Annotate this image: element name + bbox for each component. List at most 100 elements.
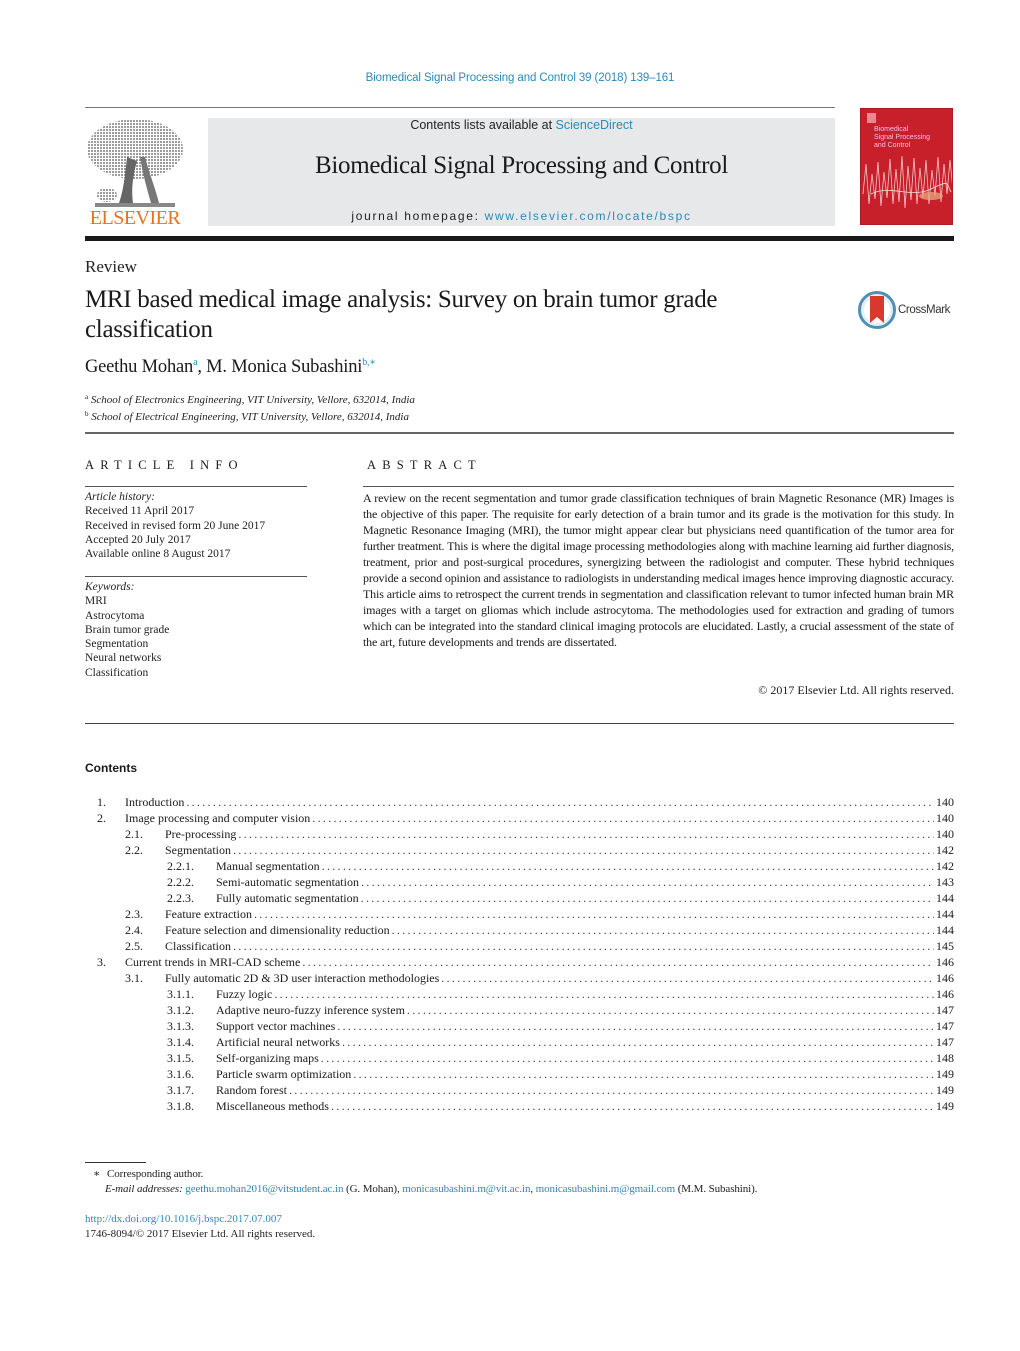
toc-dot-leader: ........................................… xyxy=(353,1067,934,1081)
toc-dot-leader: ........................................… xyxy=(341,1035,934,1049)
toc-entry[interactable]: 3.1.3. Support vector machines...........… xyxy=(85,1018,954,1034)
toc-entry-page[interactable]: 146 xyxy=(936,986,954,1002)
toc-entry-title[interactable]: Miscellaneous methods xyxy=(216,1098,329,1114)
journal-cover-thumbnail[interactable]: Biomedical Signal Processing and Control xyxy=(860,108,953,225)
toc-entry-title[interactable]: Particle swarm optimization xyxy=(216,1066,352,1082)
toc-entry[interactable]: 2.2.3. Fully automatic segmentation......… xyxy=(85,890,954,906)
toc-entry[interactable]: 3.1.8. Miscellaneous methods.............… xyxy=(85,1098,954,1114)
toc-entry-title[interactable]: Feature extraction xyxy=(165,906,252,922)
toc-entry[interactable]: 3.1.1. Fuzzy logic.......................… xyxy=(85,986,954,1002)
toc-entry-title[interactable]: Pre-processing xyxy=(165,826,237,842)
toc-entry-title[interactable]: Random forest xyxy=(216,1082,287,1098)
keyword-item: Segmentation xyxy=(85,638,149,651)
toc-entry-page[interactable]: 143 xyxy=(936,874,954,890)
toc-entry-page[interactable]: 146 xyxy=(936,970,954,986)
toc-entry-title[interactable]: Segmentation xyxy=(165,842,231,858)
toc-entry[interactable]: 1. Introduction..........................… xyxy=(85,794,954,810)
author-name[interactable]: Geethu Mohan xyxy=(85,357,193,377)
toc-entry-title[interactable]: Introduction xyxy=(125,794,185,810)
toc-entry-title[interactable]: Fully automatic segmentation xyxy=(216,890,359,906)
toc-entry[interactable]: 2.2. Segmentation........................… xyxy=(85,842,954,858)
toc-entry[interactable]: 2.2.1. Manual segmentation...............… xyxy=(85,858,954,874)
toc-entry-number: 3.1.4. xyxy=(167,1035,194,1049)
toc-dot-leader: ........................................… xyxy=(312,811,934,825)
toc-entry-title[interactable]: Fuzzy logic xyxy=(216,986,273,1002)
corresponding-label: Corresponding author. xyxy=(107,1168,204,1180)
keywords: Keywords: MRI Astrocytoma Brain tumor gr… xyxy=(85,580,169,680)
crossmark-button[interactable]: CrossMark xyxy=(858,291,958,329)
toc-entry-page[interactable]: 146 xyxy=(936,954,954,970)
toc-dot-leader: ........................................… xyxy=(360,875,934,889)
email-link[interactable]: monicasubashini.m@gmail.com xyxy=(536,1183,676,1195)
toc-entry-page[interactable]: 144 xyxy=(936,922,954,938)
email-link[interactable]: geethu.mohan2016@vitstudent.ac.in xyxy=(185,1183,343,1195)
author-affiliation-mark[interactable]: b,∗ xyxy=(362,357,376,368)
toc-entry-number: 3.1.3. xyxy=(167,1019,194,1033)
toc-entry-title[interactable]: Feature selection and dimensionality red… xyxy=(165,922,390,938)
toc-entry-title[interactable]: Artificial neural networks xyxy=(216,1034,340,1050)
cover-logo-icon xyxy=(867,113,876,123)
toc-entry-number: 3.1.6. xyxy=(167,1067,194,1081)
toc-entry-page[interactable]: 148 xyxy=(936,1050,954,1066)
toc-entry-title[interactable]: Self-organizing maps xyxy=(216,1050,319,1066)
toc-entry-page[interactable]: 142 xyxy=(936,842,954,858)
affiliation-mark: a xyxy=(85,393,89,401)
toc-entry-title[interactable]: Adaptive neuro-fuzzy inference system xyxy=(216,1002,405,1018)
abstract-heading: ABSTRACT xyxy=(367,458,482,472)
toc-entry-page[interactable]: 142 xyxy=(936,858,954,874)
homepage-link[interactable]: www.elsevier.com/locate/bspc xyxy=(485,209,692,223)
toc-entry-page[interactable]: 144 xyxy=(936,890,954,906)
footnote: ∗ Corresponding author. E-mail addresses… xyxy=(93,1167,757,1197)
author-name[interactable]: M. Monica Subashini xyxy=(206,357,362,377)
journal-citation-link[interactable]: Biomedical Signal Processing and Control… xyxy=(0,72,1020,84)
toc-entry-title[interactable]: Fully automatic 2D & 3D user interaction… xyxy=(165,970,440,986)
toc-dot-leader: ........................................… xyxy=(391,923,934,937)
toc-entry-page[interactable]: 140 xyxy=(936,794,954,810)
issn-copyright: 1746-8094/© 2017 Elsevier Ltd. All right… xyxy=(85,1227,316,1240)
toc-entry-number: 2.2. xyxy=(125,843,143,857)
affiliation-text: School of Electrical Engineering, VIT Un… xyxy=(91,411,409,423)
toc-entry[interactable]: 2.5. Classification......................… xyxy=(85,938,954,954)
toc-entry[interactable]: 3.1.6. Particle swarm optimization.......… xyxy=(85,1066,954,1082)
toc-entry-title[interactable]: Image processing and computer vision xyxy=(125,810,311,826)
email-addresses: E-mail addresses: geethu.mohan2016@vitst… xyxy=(93,1182,757,1197)
toc-entry[interactable]: 2.1. Pre-processing......................… xyxy=(85,826,954,842)
toc-entry[interactable]: 2.3. Feature extraction..................… xyxy=(85,906,954,922)
toc-entry-page[interactable]: 144 xyxy=(936,906,954,922)
toc-entry-page[interactable]: 149 xyxy=(936,1082,954,1098)
toc-entry-page[interactable]: 149 xyxy=(936,1098,954,1114)
toc-entry-page[interactable]: 145 xyxy=(936,938,954,954)
toc-entry-title[interactable]: Semi-automatic segmentation xyxy=(216,874,359,890)
toc-entry[interactable]: 3. Current trends in MRI-CAD scheme......… xyxy=(85,954,954,970)
toc-entry[interactable]: 2.4. Feature selection and dimensionality… xyxy=(85,922,954,938)
toc-entry-title[interactable]: Classification xyxy=(165,938,231,954)
toc-entry-page[interactable]: 147 xyxy=(936,1034,954,1050)
toc-entry-page[interactable]: 140 xyxy=(936,826,954,842)
contents-availability: Contents lists available at ScienceDirec… xyxy=(208,118,835,132)
toc-entry-title[interactable]: Current trends in MRI-CAD scheme xyxy=(125,954,301,970)
history-item: Accepted 20 July 2017 xyxy=(85,533,191,546)
toc-entry[interactable]: 3.1.5. Self-organizing maps..............… xyxy=(85,1050,954,1066)
toc-entry[interactable]: 3.1.2. Adaptive neuro-fuzzy inference sys… xyxy=(85,1002,954,1018)
toc-entry[interactable]: 2.2.2. Semi-automatic segmentation.......… xyxy=(85,874,954,890)
toc-entry-page[interactable]: 147 xyxy=(936,1002,954,1018)
toc-entry-page[interactable]: 149 xyxy=(936,1066,954,1082)
toc-dot-leader: ........................................… xyxy=(441,971,934,985)
toc-entry-title[interactable]: Manual segmentation xyxy=(216,858,320,874)
sciencedirect-link[interactable]: ScienceDirect xyxy=(556,118,633,132)
toc-entry-title[interactable]: Support vector machines xyxy=(216,1018,336,1034)
abstract-rule xyxy=(363,486,954,487)
toc-entry[interactable]: 3.1. Fully automatic 2D & 3D user interac… xyxy=(85,970,954,986)
toc-entry[interactable]: 3.1.4. Artificial neural networks........… xyxy=(85,1034,954,1050)
toc-entry-page[interactable]: 140 xyxy=(936,810,954,826)
toc-entry[interactable]: 2. Image processing and computer vision..… xyxy=(85,810,954,826)
doi-link[interactable]: http://dx.doi.org/10.1016/j.bspc.2017.07… xyxy=(85,1212,315,1227)
toc-dot-leader: ........................................… xyxy=(321,859,934,873)
elsevier-wordmark: ELSEVIER xyxy=(89,207,181,229)
toc-entry-number: 3. xyxy=(97,955,106,969)
toc-entry-number: 3.1.8. xyxy=(167,1099,194,1113)
toc-entry-page[interactable]: 147 xyxy=(936,1018,954,1034)
toc-dot-leader: ........................................… xyxy=(406,1003,934,1017)
email-link[interactable]: monicasubashini.m@vit.ac.in xyxy=(402,1183,530,1195)
toc-entry[interactable]: 3.1.7. Random forest.....................… xyxy=(85,1082,954,1098)
